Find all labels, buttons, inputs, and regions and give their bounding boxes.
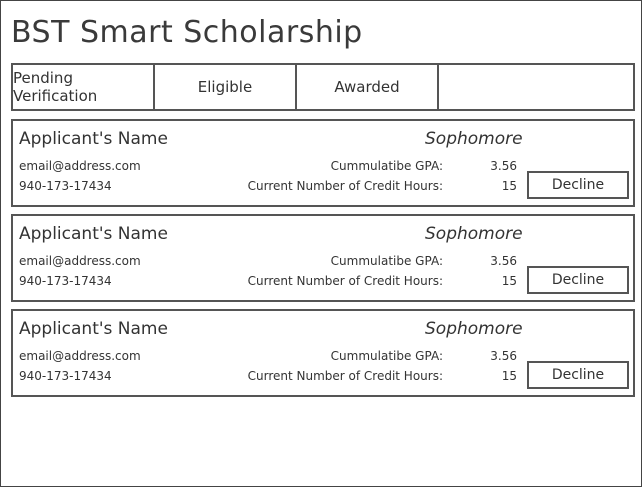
page-title: BST Smart Scholarship xyxy=(11,15,363,50)
decline-button[interactable]: Decline xyxy=(527,266,629,294)
applicant-card: Applicant's Name Sophomore email@address… xyxy=(11,214,635,302)
gpa-label: Cummulatibe GPA: xyxy=(330,254,443,268)
tab-awarded[interactable]: Awarded xyxy=(297,65,439,109)
tab-pending-verification[interactable]: Pending Verification xyxy=(13,65,155,109)
credit-hours-value: 15 xyxy=(501,274,517,288)
tab-bar: Pending Verification Eligible Awarded xyxy=(11,63,635,111)
applicant-name: Applicant's Name xyxy=(19,129,168,149)
credit-hours-label: Current Number of Credit Hours: xyxy=(247,179,443,193)
gpa-value: 3.56 xyxy=(490,254,517,268)
applicant-email: email@address.com xyxy=(19,254,141,268)
gpa-value: 3.56 xyxy=(490,349,517,363)
applicant-card: Applicant's Name Sophomore email@address… xyxy=(11,119,635,207)
applicant-year: Sophomore xyxy=(425,224,523,244)
applicant-year: Sophomore xyxy=(425,319,523,339)
applicant-email: email@address.com xyxy=(19,159,141,173)
applicant-phone: 940-173-17434 xyxy=(19,369,112,383)
applicant-phone: 940-173-17434 xyxy=(19,274,112,288)
decline-button[interactable]: Decline xyxy=(527,171,629,199)
applicant-phone: 940-173-17434 xyxy=(19,179,112,193)
decline-button[interactable]: Decline xyxy=(527,361,629,389)
gpa-label: Cummulatibe GPA: xyxy=(330,159,443,173)
tab-empty[interactable] xyxy=(439,65,633,109)
gpa-label: Cummulatibe GPA: xyxy=(330,349,443,363)
gpa-value: 3.56 xyxy=(490,159,517,173)
applicant-card: Applicant's Name Sophomore email@address… xyxy=(11,309,635,397)
credit-hours-label: Current Number of Credit Hours: xyxy=(247,274,443,288)
tab-eligible[interactable]: Eligible xyxy=(155,65,297,109)
credit-hours-label: Current Number of Credit Hours: xyxy=(247,369,443,383)
credit-hours-value: 15 xyxy=(501,179,517,193)
credit-hours-value: 15 xyxy=(501,369,517,383)
applicant-year: Sophomore xyxy=(425,129,523,149)
applicant-name: Applicant's Name xyxy=(19,319,168,339)
app-window: BST Smart Scholarship Pending Verificati… xyxy=(0,0,642,487)
applicant-email: email@address.com xyxy=(19,349,141,363)
applicant-name: Applicant's Name xyxy=(19,224,168,244)
